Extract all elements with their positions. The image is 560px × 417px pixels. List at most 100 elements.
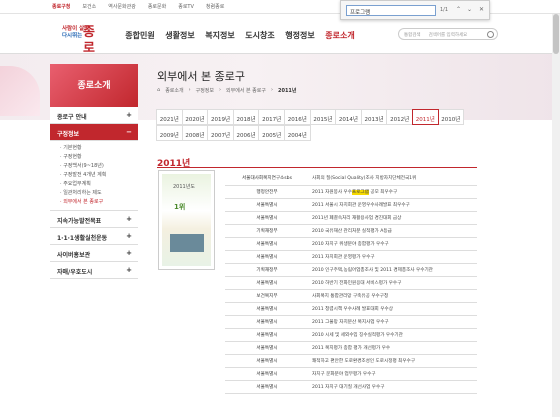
submenu-item[interactable]: · 주요업무계획 xyxy=(60,180,138,189)
year-tab[interactable]: 2006년 xyxy=(232,125,260,141)
table-row: 서울특별시 2011 자치구 대기질 개선사업 우수구 xyxy=(225,380,477,394)
year-tab[interactable]: 2008년 xyxy=(181,125,209,141)
award-content: 자치구 문화분야 업무평가 우수구 xyxy=(309,367,477,381)
nav-item-active[interactable]: 종로소개 xyxy=(320,30,360,41)
year-tab[interactable]: 2005년 xyxy=(258,125,285,141)
find-highlight: 프로그램 xyxy=(351,189,369,195)
breadcrumb-item[interactable]: 종로소개 xyxy=(165,87,183,94)
table-row: 서울특별시 2010 하반기 전화민원응대 서비스평가 우수구 xyxy=(225,276,477,290)
side-menu-item[interactable]: 사이버홍보관 + xyxy=(50,245,138,262)
year-tab[interactable]: 2021년 xyxy=(156,109,183,125)
award-org: 서울특별시 xyxy=(225,380,309,394)
award-org: 서울특별시 xyxy=(225,328,309,342)
breadcrumb-item[interactable]: 구정정보 xyxy=(196,87,214,94)
award-content: 2011 자치구 대기질 개선사업 우수구 xyxy=(309,380,477,394)
award-content: 2010 자치구 위생분야 종합평가 우수구 xyxy=(309,237,477,251)
award-content: 사회의 질(Social Quality)조사 지방자치단체전국1위 xyxy=(309,172,477,186)
find-prev-icon[interactable]: ⌃ xyxy=(456,6,461,13)
home-icon[interactable]: ⌂ xyxy=(157,87,160,94)
award-content: 2011 청렴시책 우수사례 발표대회 우수상 xyxy=(309,302,477,316)
year-tab[interactable]: 2012년 xyxy=(386,109,413,125)
year-tab[interactable]: 2010년 xyxy=(437,109,465,125)
table-row: 서울특별시 2011 그물망 자치분산 복지사업 우수구 xyxy=(225,315,477,329)
find-input[interactable]: 프로그램 xyxy=(346,5,436,16)
year-tab[interactable]: 2020년 xyxy=(181,109,209,125)
year-tab[interactable]: 2007년 xyxy=(207,125,234,141)
table-row: 서울특별시 2011년 폐결속처리 재활용사업 경진대회 금상 xyxy=(225,211,477,225)
side-menu-item-active[interactable]: 구정정보 − xyxy=(50,124,138,141)
year-tab[interactable]: 2019년 xyxy=(207,109,234,125)
find-close-icon[interactable]: ✕ xyxy=(479,6,484,13)
scrollbar-thumb[interactable] xyxy=(553,14,559,54)
book-cover-title: 2011년도 xyxy=(173,184,195,190)
nav-item[interactable]: 복지정보 xyxy=(200,30,240,41)
award-org: 서울특별시 xyxy=(225,250,309,264)
table-row: 서울특별시 자치구 문화분야 업무평가 우수구 xyxy=(225,367,477,381)
side-menu-label: 1·1·1생활실천운동 xyxy=(57,235,108,242)
submenu-item[interactable]: · 기본현황 xyxy=(60,144,138,153)
top-link[interactable]: 종로TV xyxy=(178,3,194,10)
top-link[interactable]: 청렴종로 xyxy=(206,3,224,10)
year-tab[interactable]: 2018년 xyxy=(232,109,260,125)
table-row: 기획재정부 2010 국유재산 관리처분 실적평가 A등급 xyxy=(225,224,477,238)
award-content: 쾌적하고 편안한 도로환경조성인 도로시정평 최우수구 xyxy=(309,354,477,368)
nav-item[interactable]: 도시창조 xyxy=(240,30,280,41)
year-tab[interactable]: 2009년 xyxy=(156,125,183,141)
year-tab[interactable]: 2004년 xyxy=(283,125,311,141)
table-row: 행정안전부 2011 자원봉사 우수프로그램 공모 최우수구 xyxy=(225,185,477,199)
find-bar: 프로그램 1/1 ⌃ ⌄ ✕ xyxy=(340,0,490,20)
side-menu-label: 구정정보 xyxy=(57,131,80,138)
year-tab[interactable]: 2016년 xyxy=(283,109,311,125)
side-menu-label: 사이버홍보관 xyxy=(57,252,91,259)
award-org: 기획재정부 xyxy=(225,263,309,277)
nav-item[interactable]: 생활정보 xyxy=(160,30,200,41)
year-tab[interactable]: 2013년 xyxy=(360,109,388,125)
submenu-item-active[interactable]: · 외부에서 본 종로구 xyxy=(60,198,138,207)
side-menu-item[interactable]: 자매/우호도시 + xyxy=(50,262,138,279)
award-org: 서울특별시 xyxy=(225,354,309,368)
submenu-item[interactable]: · 일관처리하는 제도 xyxy=(60,189,138,198)
submenu-item[interactable]: · 구정백서(9~18년) xyxy=(60,162,138,171)
page-scrollbar[interactable] xyxy=(552,14,560,417)
side-menu-item[interactable]: 1·1·1생활실천운동 + xyxy=(50,228,138,245)
award-org: 서울특별시 xyxy=(225,315,309,329)
year-tab-active[interactable]: 2011년 xyxy=(411,109,439,125)
submenu-item[interactable]: · 구정현황 xyxy=(60,153,138,162)
find-next-icon[interactable]: ⌄ xyxy=(467,6,472,13)
table-row: 서울특별시 2011 복지평가 종합 평가 개선평가 우수 xyxy=(225,341,477,355)
top-link[interactable]: 보건소 xyxy=(82,3,96,10)
awards-table: 서울대사회복지연구소sbs 사회의 질(Social Quality)조사 지방자… xyxy=(225,172,477,394)
table-row: 서울특별시 2011 청렴시책 우수사례 발표대회 우수상 xyxy=(225,302,477,316)
page-title: 외부에서 본 종로구 xyxy=(157,70,245,83)
search-icon[interactable] xyxy=(487,31,494,38)
side-menu-label: 자매/우호도시 xyxy=(57,269,93,276)
search-box[interactable]: 통합검색 검색어를 입력하세요 xyxy=(398,28,498,40)
year-tab[interactable]: 2017년 xyxy=(258,109,285,125)
nav-item[interactable]: 행정정보 xyxy=(280,30,320,41)
side-menu-item[interactable]: 지속가능발전목표 + xyxy=(50,211,138,228)
side-title: 종로소개 xyxy=(77,81,111,91)
year-tab[interactable]: 2015년 xyxy=(309,109,337,125)
nav-item[interactable]: 종합민원 xyxy=(120,30,160,41)
year-tab[interactable]: 2014년 xyxy=(335,109,362,125)
top-link[interactable]: 역사문화관광 xyxy=(108,3,136,10)
breadcrumb: ⌂ 종로소개 › 구정정보 › 외부에서 본 종로구 › 2011년 xyxy=(157,87,297,94)
side-title-box: 종로소개 xyxy=(50,64,138,107)
award-org: 서울특별시 xyxy=(225,276,309,290)
submenu-item[interactable]: · 구정발전 4개년 계획 xyxy=(60,171,138,180)
side-menu: 종로구 안내 + 구정정보 − · 기본현황 · 구정현황 · 구정백서(9~18년… xyxy=(50,107,138,279)
award-content: 2011년 폐결속처리 재활용사업 경진대회 금상 xyxy=(309,211,477,225)
side-menu-label: 지속가능발전목표 xyxy=(57,218,102,225)
top-link[interactable]: 종로구청 xyxy=(52,3,70,10)
award-content: 2010 시세 및 세외수입 징수실적평가 우수기관 xyxy=(309,328,477,342)
award-org: 서울특별시 xyxy=(225,341,309,355)
table-row: 서울특별시 2011 자치회관 운영평가 우수구 xyxy=(225,250,477,264)
site-logo[interactable]: 사람이 살맛 다시뛰는 종로 xyxy=(62,25,106,56)
top-link[interactable]: 종로문화 xyxy=(148,3,166,10)
breadcrumb-item[interactable]: 외부에서 본 종로구 xyxy=(226,87,266,94)
search-input[interactable]: 검색어를 입력하세요 xyxy=(429,32,468,38)
side-menu-item[interactable]: 종로구 안내 + xyxy=(50,107,138,124)
award-content: 2010 국유재산 관리처분 실적평가 A등급 xyxy=(309,224,477,238)
award-org: 행정안전부 xyxy=(225,185,309,199)
minus-icon: − xyxy=(126,128,132,136)
